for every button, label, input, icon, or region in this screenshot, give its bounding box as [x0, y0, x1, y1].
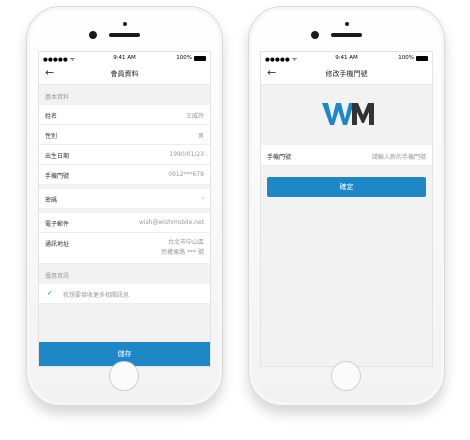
- front-camera: [311, 31, 319, 39]
- battery-indicator: 100%: [398, 55, 428, 61]
- earpiece-speaker: [109, 33, 140, 37]
- field-value: 王威許: [185, 113, 204, 120]
- wm-logo-mark: [321, 103, 374, 125]
- profile-screen: ●●●●● ᯤ 9:41 AM 100% ← 會員資料 基本資料 姓名 王威許 …: [38, 51, 211, 367]
- address-line-2: 民權東路 *** 號: [161, 249, 204, 256]
- confirm-button[interactable]: 確定: [267, 177, 426, 197]
- page-title: 修改手機門號: [325, 70, 368, 78]
- battery-indicator: 100%: [176, 55, 206, 61]
- email-label: 電子郵件: [45, 221, 70, 228]
- field-row-mobile[interactable]: 手機門號 0912***678: [39, 165, 210, 185]
- promo-opt-in-label: 我想要接收更多相關訊息: [63, 292, 130, 299]
- sensor-dot: [345, 22, 349, 26]
- home-button[interactable]: [331, 361, 361, 391]
- field-row-gender[interactable]: 性別 男: [39, 125, 210, 145]
- field-label: 姓名: [45, 113, 58, 120]
- address-label: 通訊地址: [45, 241, 70, 248]
- password-label: 密碼: [45, 197, 58, 204]
- battery-percent: 100%: [176, 55, 192, 61]
- email-value: wish@wishmobile.net: [138, 219, 204, 226]
- field-label: 性別: [45, 133, 58, 140]
- battery-percent: 100%: [398, 55, 414, 61]
- mobile-number-label: 手機門號: [267, 154, 292, 161]
- field-label: 出生日期: [45, 153, 70, 160]
- battery-icon: [416, 55, 428, 61]
- checkmark-icon[interactable]: ✓: [47, 289, 53, 297]
- address-row[interactable]: 通訊地址 台北市中山區 民權東路 *** 號: [39, 233, 210, 264]
- phone-frame-left: ●●●●● ᯤ 9:41 AM 100% ← 會員資料 基本資料 姓名 王威許 …: [26, 6, 223, 406]
- status-bar: ●●●●● ᯤ 9:41 AM 100%: [39, 52, 210, 64]
- nav-bar: ← 會員資料: [39, 64, 210, 85]
- phone-frame-right: ●●●●● ᯤ 9:41 AM 100% ← 修改手機門號 手機門號 請輸入新的…: [248, 6, 445, 406]
- field-label: 手機門號: [45, 173, 70, 180]
- mobile-number-input[interactable]: 手機門號 請輸入新的手機門號: [261, 145, 432, 166]
- earpiece-speaker: [331, 33, 362, 37]
- promo-opt-in-row[interactable]: ✓ 我想要接收更多相關訊息: [39, 284, 210, 304]
- sensor-dot: [123, 22, 127, 26]
- field-value: 0912***678: [168, 171, 204, 178]
- section-header-promo: 優惠資訊: [45, 273, 70, 280]
- section-header-basic: 基本資料: [45, 94, 70, 101]
- battery-icon: [194, 55, 206, 61]
- address-line-1: 台北市中山區: [167, 239, 204, 246]
- nav-bar: ← 修改手機門號: [261, 64, 432, 85]
- field-value: 1990/01/23: [169, 151, 204, 158]
- address-value: 台北市中山區 民權東路 *** 號: [161, 238, 204, 258]
- field-row-birthdate[interactable]: 出生日期 1990/01/23: [39, 145, 210, 165]
- chevron-right-icon: ›: [201, 195, 204, 202]
- email-row[interactable]: 電子郵件 wish@wishmobile.net: [39, 213, 210, 233]
- password-row[interactable]: 密碼 ›: [39, 189, 210, 209]
- mobile-number-placeholder: 請輸入新的手機門號: [371, 154, 426, 161]
- status-bar: ●●●●● ᯤ 9:41 AM 100%: [261, 52, 432, 64]
- field-value: 男: [197, 133, 204, 140]
- change-mobile-screen: ●●●●● ᯤ 9:41 AM 100% ← 修改手機門號 手機門號 請輸入新的…: [260, 51, 433, 367]
- page-title: 會員資料: [110, 70, 139, 78]
- field-row-name[interactable]: 姓名 王威許: [39, 105, 210, 125]
- front-camera: [89, 31, 97, 39]
- wm-logo: [312, 101, 382, 127]
- home-button[interactable]: [109, 361, 139, 391]
